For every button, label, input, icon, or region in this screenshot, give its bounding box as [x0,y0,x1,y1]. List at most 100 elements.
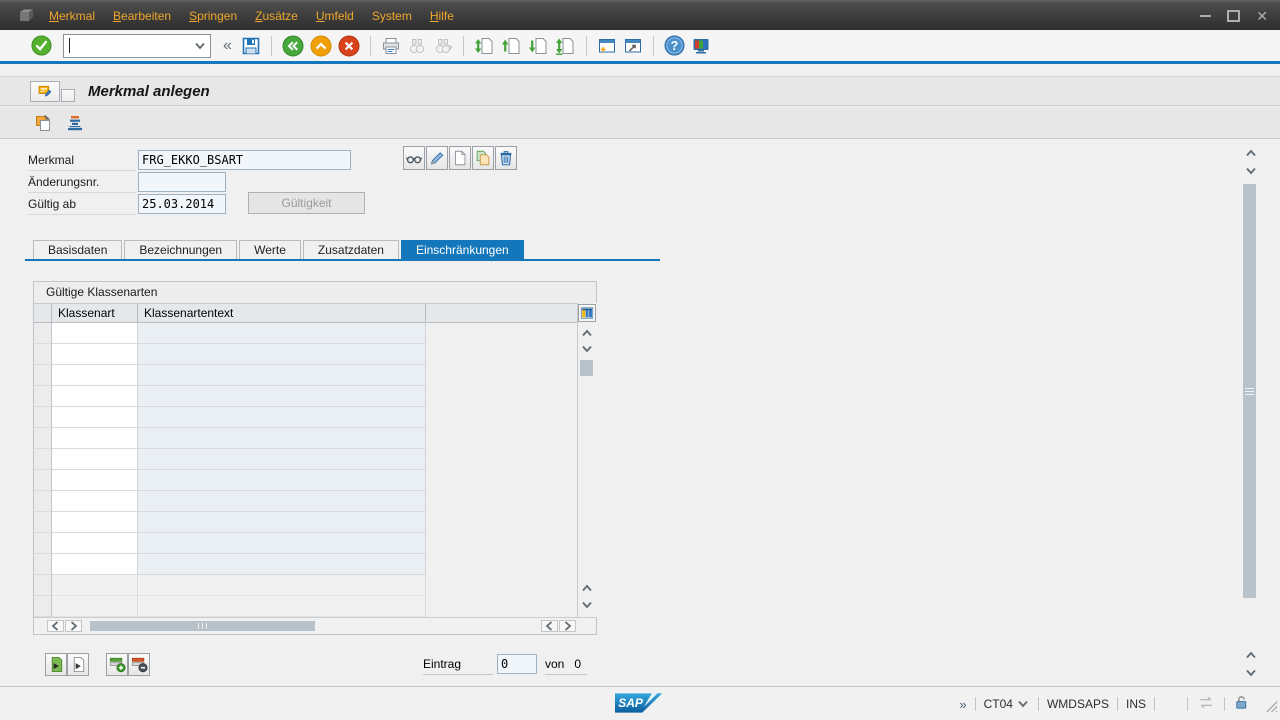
last-page-button[interactable] [553,33,578,59]
new-session-button[interactable] [595,33,619,59]
exit-button[interactable] [308,33,334,59]
menu-item-springen[interactable]: Springen [180,9,246,23]
back-button[interactable] [280,33,306,59]
page-up-button[interactable] [499,33,524,59]
table-scroll-left-button[interactable] [47,620,64,632]
tab-werte[interactable]: Werte [239,240,301,259]
table-scroll-down-button[interactable] [580,343,594,355]
services-dropdown-button[interactable] [61,89,75,102]
cell-klassenart[interactable] [52,386,138,407]
row-selector[interactable] [34,575,52,596]
table-scroll-up-button-bottom[interactable] [580,582,594,594]
connection-lock-icon[interactable] [1233,694,1250,714]
customize-local-layout-button[interactable] [689,33,713,59]
help-button[interactable]: ? [662,33,687,59]
main-scroll-up-button-bottom[interactable] [1244,649,1258,661]
aenderungsnr-input[interactable] [138,172,226,192]
enter-button[interactable] [29,33,54,59]
row-selector[interactable] [34,512,52,533]
tab-basisdaten[interactable]: Basisdaten [33,240,123,259]
cell-klassenart[interactable] [52,533,138,554]
table-hscrollbar-thumb[interactable] [90,621,315,631]
gueltigkeit-button[interactable]: Gültigkeit [248,192,365,214]
cell-klassenart[interactable] [52,428,138,449]
table-configuration-button[interactable] [578,304,596,322]
command-input[interactable] [70,35,192,56]
page-down-button[interactable] [526,33,551,59]
delete-button[interactable] [495,146,517,170]
display-button[interactable] [403,146,425,170]
command-dropdown-icon[interactable] [193,40,207,52]
find-next-icon[interactable] [431,33,455,59]
cell-klassenart[interactable] [52,512,138,533]
cell-klassenart[interactable] [52,344,138,365]
row-selector[interactable] [34,491,52,512]
services-for-object-button[interactable] [30,81,60,102]
cell-klassenart[interactable] [52,491,138,512]
insert-row-button[interactable] [106,653,128,676]
system-menu-icon[interactable] [18,8,38,24]
menu-item-umfeld[interactable]: Umfeld [307,9,363,23]
cell-klassenart[interactable] [52,407,138,428]
sort-hierarchy-button[interactable] [64,112,86,134]
maximize-button[interactable] [1227,10,1241,22]
table-scroll-up-button[interactable] [580,327,594,339]
row-selector[interactable] [34,449,52,470]
print-button[interactable] [379,33,403,59]
row-selector[interactable] [34,344,52,365]
row-selector[interactable] [34,323,52,344]
cell-klassenart[interactable] [52,554,138,575]
find-icon[interactable] [405,33,429,59]
copy-template-button[interactable] [33,112,55,134]
create-shortcut-button[interactable] [621,33,645,59]
row-selector[interactable] [34,554,52,575]
row-selector[interactable] [34,470,52,491]
row-selector[interactable] [34,533,52,554]
row-selector[interactable] [34,365,52,386]
menu-item-merkmal[interactable]: Merkmal [40,9,104,23]
copy-button[interactable] [472,146,494,170]
tab-einschrnkungen[interactable]: Einschränkungen [400,240,524,259]
deselect-all-button[interactable] [67,653,89,676]
select-all-column-header[interactable] [34,304,52,322]
create-button[interactable] [449,146,471,170]
main-scrollbar-thumb[interactable] [1243,184,1256,598]
cell-klassenart[interactable] [52,470,138,491]
table-scroll-right-button-right[interactable] [559,620,576,632]
main-scroll-down-button[interactable] [1244,165,1258,177]
main-scroll-down-button-bottom[interactable] [1244,667,1258,679]
transaction-dropdown[interactable]: CT04 [984,697,1030,711]
menu-item-zustze[interactable]: Zusätze [246,9,307,23]
row-selector[interactable] [34,386,52,407]
first-page-button[interactable] [472,33,497,59]
column-header-klassenartentext[interactable]: Klassenartentext [138,304,426,322]
select-all-button[interactable] [45,653,67,676]
status-overflow-button[interactable]: » [959,697,966,712]
tab-bezeichnungen[interactable]: Bezeichnungen [124,240,238,259]
minimize-button[interactable] [1200,15,1212,17]
eintrag-input[interactable] [497,654,537,674]
command-field[interactable] [63,33,211,58]
collapse-toolbar-button[interactable]: « [223,36,232,56]
row-selector[interactable] [34,428,52,449]
table-scrollbar-thumb[interactable] [580,360,593,376]
delete-row-button[interactable] [128,653,150,676]
menu-item-hilfe[interactable]: Hilfe [421,9,463,23]
resize-grip[interactable] [1263,698,1278,718]
main-scroll-up-button[interactable] [1244,147,1258,159]
cancel-button[interactable] [336,33,362,59]
column-header-klassenart[interactable]: Klassenart [52,304,138,322]
table-scroll-down-button-bottom[interactable] [580,599,594,611]
menu-item-bearbeiten[interactable]: Bearbeiten [104,9,180,23]
table-scroll-right-button[interactable] [65,620,82,632]
cell-klassenart[interactable] [52,323,138,344]
gueltig-ab-input[interactable] [138,194,226,214]
row-selector[interactable] [34,407,52,428]
table-scroll-left-button-right[interactable] [541,620,558,632]
cell-klassenart[interactable] [52,365,138,386]
menu-item-system[interactable]: System [363,9,421,23]
close-button[interactable]: ✕ [1256,9,1268,23]
save-button[interactable] [239,33,263,59]
cell-klassenart[interactable] [52,449,138,470]
row-selector[interactable] [34,596,52,617]
